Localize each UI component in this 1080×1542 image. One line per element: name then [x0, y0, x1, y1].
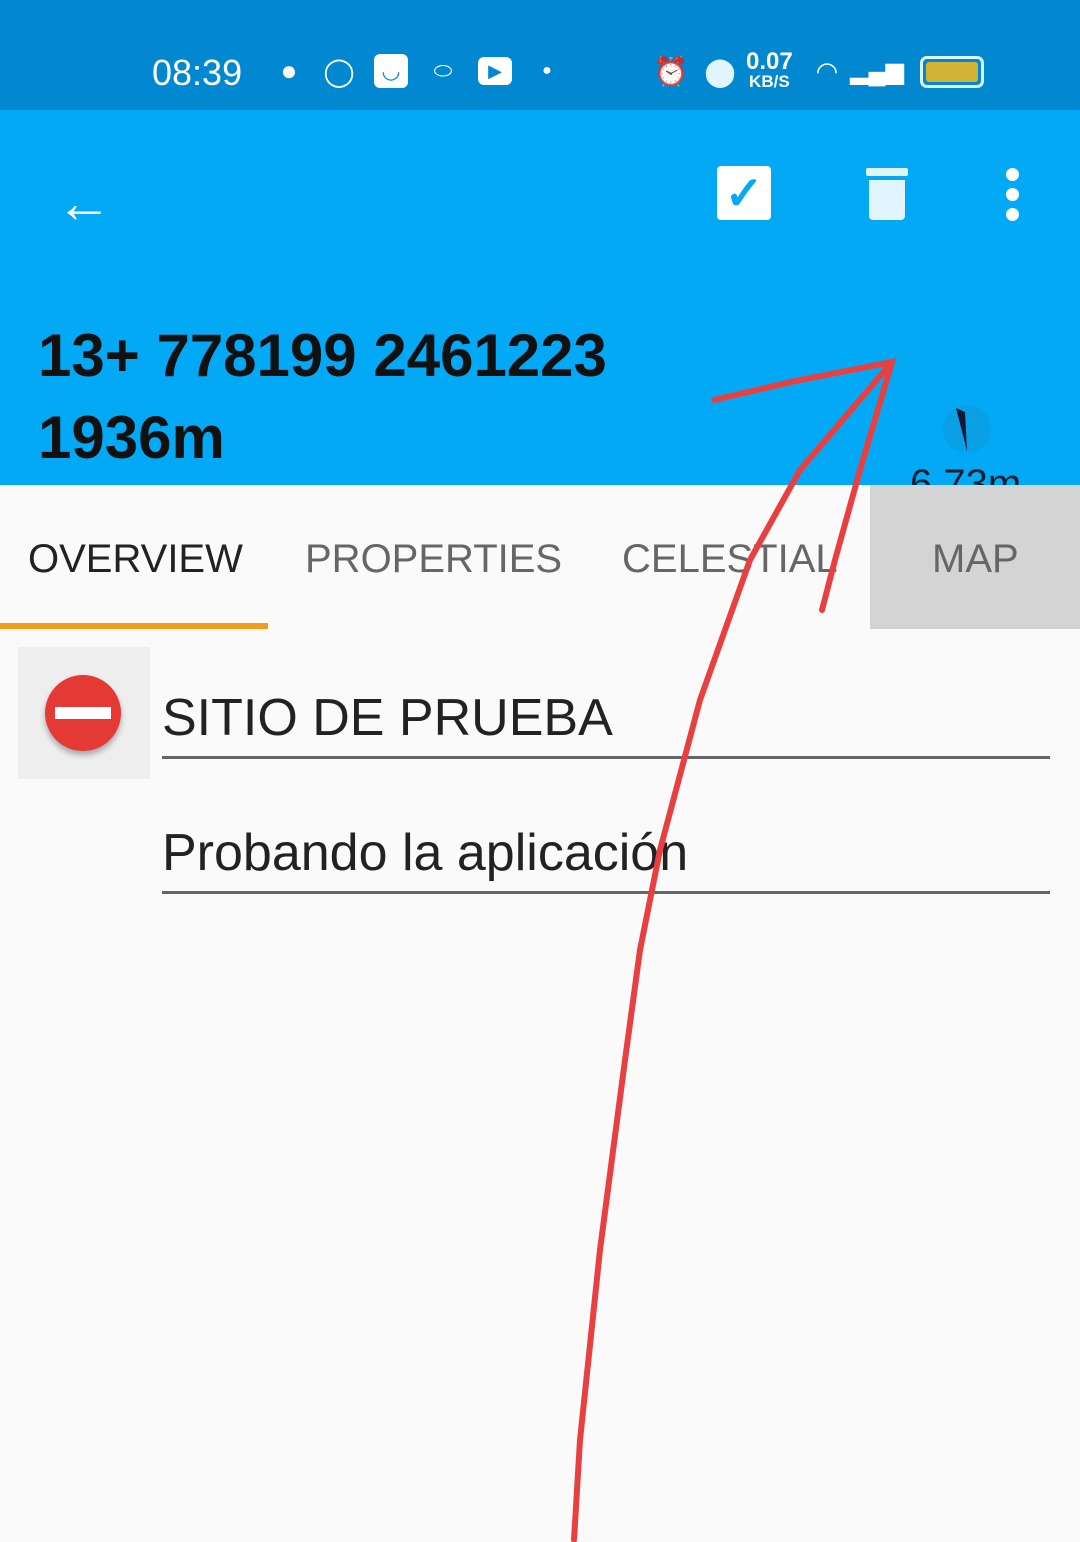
- clock: 08:39: [152, 52, 243, 93]
- tab-properties[interactable]: PROPERTIES: [305, 537, 562, 582]
- more-options-icon[interactable]: [1006, 168, 1020, 228]
- tab-bar: OVERVIEW PROPERTIES CELESTIAL MAP: [0, 485, 1080, 629]
- shop-icon: ◡: [374, 54, 408, 88]
- name-field[interactable]: SITIO DE PRUEBA: [162, 688, 1050, 759]
- location-icon: ⬤: [704, 55, 736, 87]
- coordinates: 13+ 778199 2461223: [38, 322, 607, 389]
- wifi-icon: ◠: [815, 55, 839, 86]
- handshake-icon: ⬭: [433, 58, 453, 83]
- compass-icon: [943, 405, 991, 453]
- speed-unit: KB/S: [749, 72, 790, 91]
- description-field[interactable]: Probando la aplicación: [162, 823, 1050, 894]
- speed-value: 0.07: [746, 48, 793, 75]
- whatsapp-icon: ◯: [323, 55, 355, 87]
- battery-icon: [920, 56, 984, 88]
- delete-icon[interactable]: [866, 168, 908, 220]
- tab-map[interactable]: MAP: [932, 537, 1019, 582]
- dot-icon: ●: [542, 62, 552, 79]
- signal-icon: ▂▄▆: [850, 57, 904, 85]
- check-icon[interactable]: ✓: [717, 166, 771, 220]
- waypoint-title: 13+ 778199 2461223 1936m: [38, 315, 607, 479]
- network-speed: 0.07 KB/S: [746, 50, 793, 92]
- tab-indicator: [0, 623, 268, 629]
- app-bar: ← ✓ 13+ 778199 2461223 1936m 6.73m: [0, 110, 1080, 506]
- tab-overview[interactable]: OVERVIEW: [28, 537, 243, 582]
- status-bar: 08:39 ● ◯ ◡ ⬭ ▶ ● ⏰ ⬤ 0.07 KB/S ◠ ▂▄▆: [0, 0, 1080, 110]
- back-arrow-icon[interactable]: ←: [56, 170, 112, 235]
- chat-icon: ●: [280, 55, 298, 86]
- youtube-icon: ▶: [478, 57, 512, 85]
- tab-celestial[interactable]: CELESTIAL: [622, 537, 838, 582]
- alarm-icon: ⏰: [653, 55, 689, 87]
- no-entry-icon: [45, 675, 121, 751]
- waypoint-icon-button[interactable]: [18, 647, 150, 779]
- elevation: 1936m: [38, 404, 225, 471]
